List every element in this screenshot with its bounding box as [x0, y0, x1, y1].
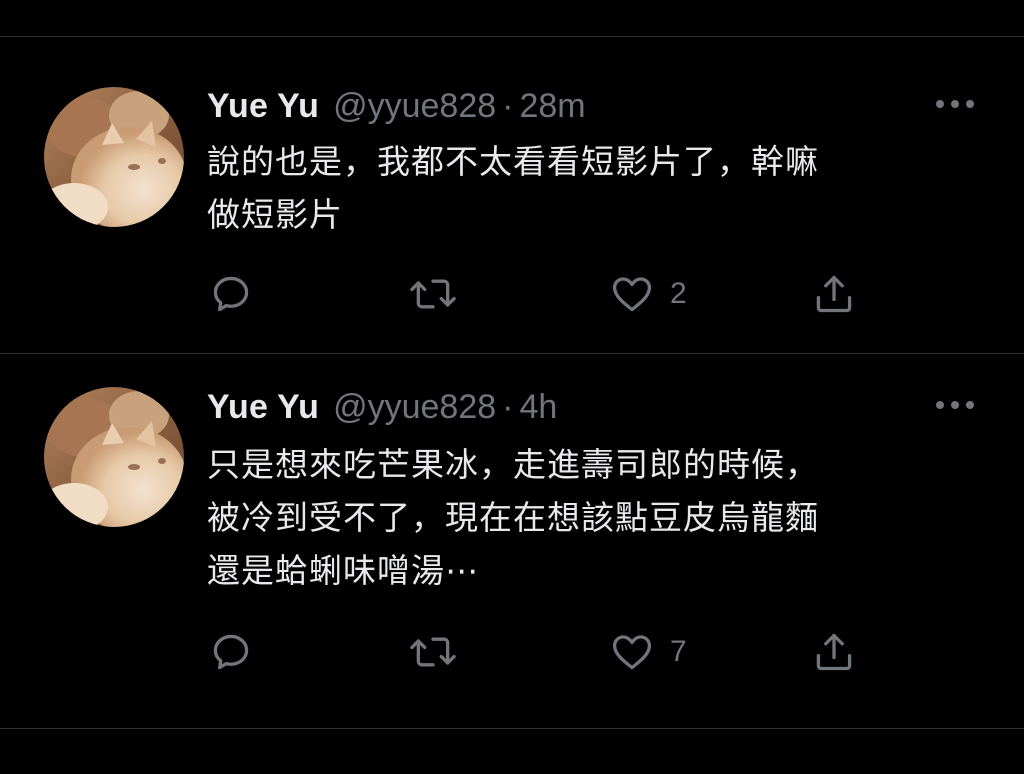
tweet-text-line: 被冷到受不了，現在在想該點豆皮烏龍麵 [207, 498, 819, 537]
like-count: 2 [670, 277, 687, 310]
like-button[interactable]: 7 [610, 627, 687, 677]
reply-button[interactable] [209, 627, 253, 677]
share-button[interactable] [811, 627, 857, 677]
display-name[interactable]: Yue Yu [207, 87, 319, 126]
tweet-text: 只是想來吃芒果冰，走進壽司郎的時候， 被冷到受不了，現在在想該點豆皮烏龍麵 還是… [207, 438, 967, 597]
share-button[interactable] [811, 269, 857, 319]
like-count: 7 [670, 635, 687, 668]
tweet-text: 說的也是，我都不太看看短影片了，幹嘛 做短影片 [207, 135, 967, 241]
retweet-button[interactable] [409, 269, 457, 319]
avatar[interactable] [44, 387, 184, 527]
tweet-text-line: 還是蛤蜊味噌湯⋯ [207, 551, 479, 590]
display-name[interactable]: Yue Yu [207, 388, 319, 427]
reply-icon [213, 634, 249, 670]
tweet-text-line: 做短影片 [207, 195, 343, 234]
avatar[interactable] [44, 87, 184, 227]
timestamp[interactable]: 4h [519, 388, 557, 427]
tweet-header: Yue Yu @yyue828 · 4h [207, 387, 557, 427]
heart-icon [612, 277, 652, 312]
tweet-text-line: 只是想來吃芒果冰，走進壽司郎的時候， [207, 445, 819, 484]
cat-photo-avatar-icon [44, 387, 184, 527]
user-handle[interactable]: @yyue828 [333, 87, 496, 126]
retweet-icon [410, 637, 456, 667]
tweet-text-line: 說的也是，我都不太看看短影片了，幹嘛 [207, 142, 819, 181]
like-button[interactable]: 2 [610, 269, 687, 319]
more-horizontal-icon [936, 401, 974, 409]
more-button[interactable] [928, 86, 982, 122]
cat-photo-avatar-icon [44, 87, 184, 227]
retweet-button[interactable] [409, 627, 457, 677]
tweet[interactable]: Yue Yu @yyue828 · 4h 只是想來吃芒果冰，走進壽司郎的時候， … [0, 354, 1024, 728]
timestamp[interactable]: 28m [519, 87, 585, 126]
separator-dot: · [502, 86, 514, 125]
share-icon [816, 633, 852, 671]
share-icon [816, 275, 852, 313]
separator-dot: · [502, 387, 514, 426]
user-handle[interactable]: @yyue828 [333, 388, 496, 427]
reply-button[interactable] [209, 269, 253, 319]
retweet-icon [410, 279, 456, 309]
more-button[interactable] [928, 387, 982, 423]
tweet-header: Yue Yu @yyue828 · 28m [207, 86, 586, 126]
heart-icon [612, 635, 652, 670]
reply-icon [213, 276, 249, 312]
bottom-divider [0, 728, 1024, 729]
more-horizontal-icon [936, 100, 974, 108]
tweet[interactable]: Yue Yu @yyue828 · 28m 說的也是，我都不太看看短影片了，幹嘛… [0, 37, 1024, 353]
